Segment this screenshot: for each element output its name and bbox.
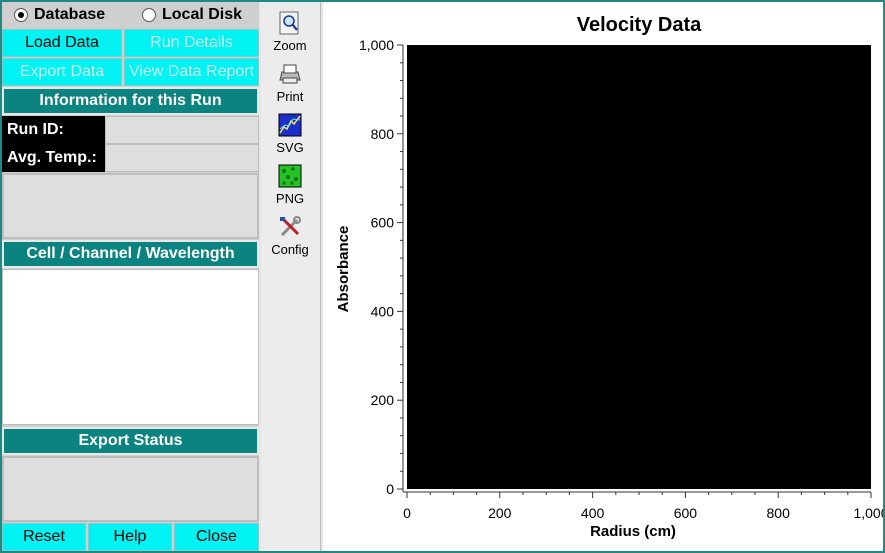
source-selector: Database Local Disk — [2, 2, 259, 27]
svg-icon — [278, 113, 302, 137]
radio-unselected-icon — [142, 8, 156, 22]
y-tick-label: 0 — [386, 481, 394, 497]
png-label: PNG — [275, 191, 305, 206]
x-tick-label: 200 — [488, 505, 512, 521]
svg-label: SVG — [276, 140, 304, 155]
load-data-button[interactable]: Load Data — [2, 29, 122, 57]
help-button[interactable]: Help — [88, 523, 172, 551]
export-data-button[interactable]: Export Data — [2, 58, 122, 86]
x-tick-label: 800 — [767, 505, 791, 521]
export-status-box — [2, 456, 259, 522]
print-tool[interactable]: Print — [261, 58, 319, 108]
print-label: Print — [276, 89, 304, 104]
zoom-tool[interactable]: Zoom — [261, 7, 319, 57]
chart-title: Velocity Data — [577, 14, 702, 36]
run-id-label: Run ID: — [2, 116, 105, 144]
zoom-icon — [279, 11, 299, 35]
y-tick-label: 200 — [371, 392, 395, 408]
run-details-button[interactable]: Run Details — [124, 29, 259, 57]
plot-toolbar: Zoom Print SVG PNG Config — [261, 2, 321, 551]
y-tick-label: 600 — [371, 215, 395, 231]
config-icon — [280, 216, 301, 237]
y-tick-label: 1,000 — [359, 37, 394, 53]
svg-tool[interactable]: SVG — [261, 109, 319, 159]
x-tick-label: 1,000 — [853, 505, 883, 521]
x-tick-label: 0 — [403, 505, 411, 521]
plot-area: Velocity Data 0 200 400 600 800 1,000 0 200 400 6… — [323, 2, 885, 551]
cell-channel-list[interactable] — [2, 269, 259, 425]
avg-temp-label: Avg. Temp.: — [2, 144, 105, 172]
run-description-box[interactable] — [2, 173, 259, 239]
x-axis-label: Radius (cm) — [590, 523, 676, 540]
png-tool[interactable]: PNG — [261, 160, 319, 210]
x-tick-label: 400 — [581, 505, 605, 521]
printer-icon — [279, 64, 301, 84]
avg-temp-field[interactable] — [105, 144, 259, 172]
zoom-label: Zoom — [273, 38, 307, 53]
x-tick-label: 600 — [674, 505, 698, 521]
png-icon — [278, 164, 302, 188]
run-info-header: Information for this Run — [2, 87, 259, 115]
velocity-chart[interactable]: Velocity Data 0 200 400 600 800 1,000 0 200 400 6… — [323, 2, 885, 551]
view-data-report-button[interactable]: View Data Report — [124, 58, 259, 86]
radio-local-disk[interactable]: Local Disk — [142, 5, 242, 25]
export-status-header: Export Status — [2, 427, 259, 455]
y-tick-label: 400 — [371, 303, 395, 319]
plot-canvas[interactable] — [407, 45, 871, 489]
y-axis-label: Absorbance — [335, 226, 352, 313]
run-id-field[interactable] — [105, 116, 259, 144]
radio-database-label: Database — [34, 6, 106, 23]
radio-selected-icon — [14, 8, 28, 22]
cell-channel-header: Cell / Channel / Wavelength — [2, 240, 259, 268]
radio-local-disk-label: Local Disk — [162, 6, 243, 23]
y-tick-label: 800 — [371, 126, 395, 142]
left-panel: Database Local Disk Load Data Run Detail… — [2, 2, 259, 551]
reset-button[interactable]: Reset — [2, 523, 86, 551]
close-button[interactable]: Close — [174, 523, 259, 551]
config-label: Config — [271, 242, 309, 257]
config-tool[interactable]: Config — [261, 211, 319, 261]
radio-database[interactable]: Database — [14, 5, 105, 25]
